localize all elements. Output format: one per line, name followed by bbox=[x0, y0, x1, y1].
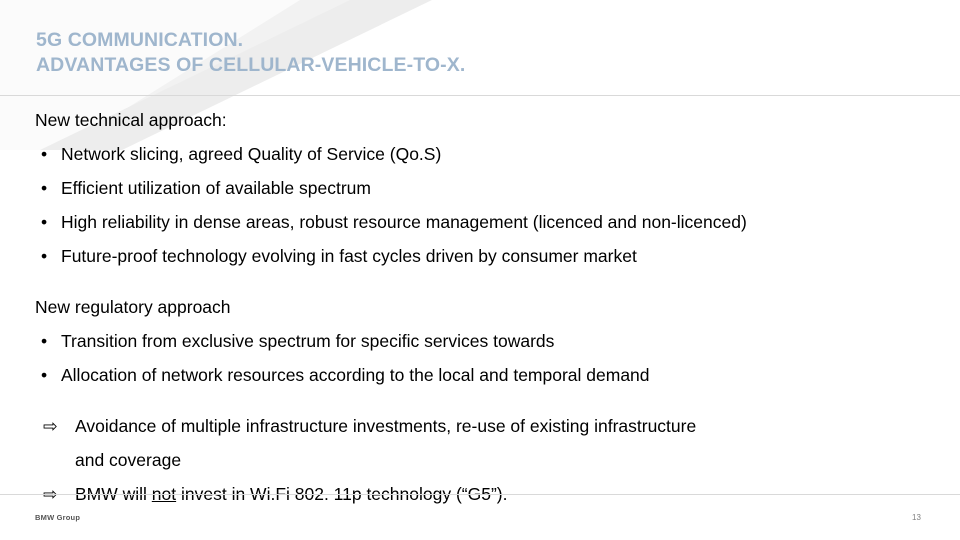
list-item: • High reliability in dense areas, robus… bbox=[35, 205, 935, 239]
title-line-2: ADVANTAGES OF CELLULAR-VEHICLE-TO-X. bbox=[36, 54, 466, 76]
bullet-dot-icon: • bbox=[41, 331, 48, 351]
slide-body: New technical approach: • Network slicin… bbox=[35, 103, 935, 511]
list-item: • Transition from exclusive spectrum for… bbox=[35, 324, 935, 358]
list-item: • Allocation of network resources accord… bbox=[35, 358, 935, 392]
list-item: • Efficient utilization of available spe… bbox=[35, 171, 935, 205]
footer-logo: BMW Group bbox=[35, 513, 81, 522]
list-item: • Future-proof technology evolving in fa… bbox=[35, 239, 935, 273]
conclusion-line-2: and coverage bbox=[75, 450, 182, 470]
divider-top bbox=[0, 95, 960, 96]
divider-bottom bbox=[0, 494, 960, 495]
section2-heading: New regulatory approach bbox=[35, 297, 231, 317]
section1-bullet-list: • Network slicing, agreed Quality of Ser… bbox=[35, 137, 935, 273]
list-item: ⇨ Avoidance of multiple infrastructure i… bbox=[35, 409, 935, 477]
list-item-label: Allocation of network resources accordin… bbox=[61, 365, 650, 385]
bullet-dot-icon: • bbox=[41, 144, 48, 164]
page-title: 5G COMMUNICATION. ADVANTAGES OF CELLULAR… bbox=[36, 28, 916, 78]
list-item-label: Future-proof technology evolving in fast… bbox=[61, 246, 637, 266]
list-item: • Network slicing, agreed Quality of Ser… bbox=[35, 137, 935, 171]
bullet-dot-icon: • bbox=[41, 212, 48, 232]
bullet-dot-icon: • bbox=[41, 178, 48, 198]
page-number: 13 bbox=[912, 513, 921, 522]
list-item-label: High reliability in dense areas, robust … bbox=[61, 212, 747, 232]
section2-bullet-list: • Transition from exclusive spectrum for… bbox=[35, 324, 935, 392]
conclusion-list: ⇨ Avoidance of multiple infrastructure i… bbox=[35, 409, 935, 511]
arrow-right-icon: ⇨ bbox=[43, 416, 58, 436]
title-line-1: 5G COMMUNICATION. bbox=[36, 29, 244, 51]
bullet-dot-icon: • bbox=[41, 365, 48, 385]
list-item-label: Network slicing, agreed Quality of Servi… bbox=[61, 144, 442, 164]
section1-heading: New technical approach: bbox=[35, 110, 227, 130]
bullet-dot-icon: • bbox=[41, 246, 48, 266]
slide: 5G COMMUNICATION. ADVANTAGES OF CELLULAR… bbox=[0, 0, 960, 540]
list-item-label: Transition from exclusive spectrum for s… bbox=[61, 331, 555, 351]
list-item-label: Efficient utilization of available spect… bbox=[61, 178, 371, 198]
conclusion-line-1: Avoidance of multiple infrastructure inv… bbox=[75, 416, 697, 436]
